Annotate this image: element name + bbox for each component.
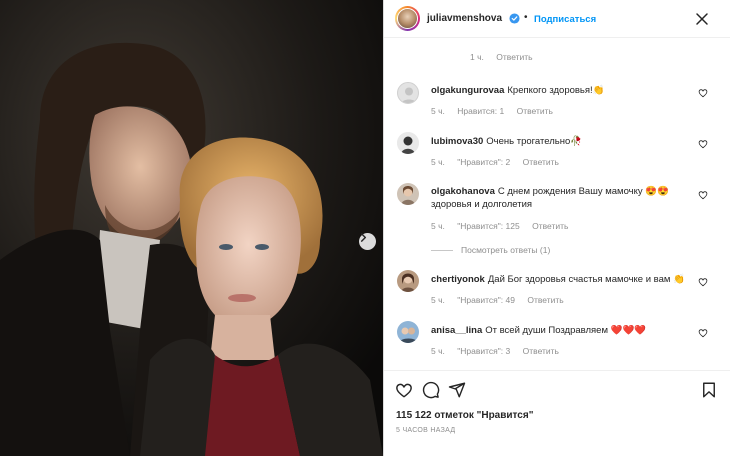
comment-time: 5 ч. (431, 346, 445, 356)
comment-likes[interactable]: "Нравится": 49 (457, 295, 515, 305)
like-heart-icon[interactable] (698, 277, 708, 287)
comment-meta: 5 ч. "Нравится": 3 Ответить (431, 346, 569, 356)
view-replies-label: Посмотреть ответы (1) (461, 245, 551, 255)
commenter-avatar[interactable] (397, 132, 419, 154)
post-timestamp[interactable]: 5 ЧАСОВ НАЗАД (396, 427, 455, 434)
reply-link[interactable]: Ответить (517, 106, 553, 116)
photo-illustration (0, 0, 383, 456)
commenter-avatar[interactable] (397, 321, 419, 343)
view-replies-link[interactable]: Посмотреть ответы (1) (431, 245, 550, 255)
commenter-avatar[interactable] (397, 183, 419, 205)
chevron-right-icon (360, 233, 367, 242)
comment-text: olgakungurovaa Крепкого здоровья!👏 (431, 84, 701, 97)
comment-time: 5 ч. (431, 295, 445, 305)
comment-time: 5 ч. (431, 106, 445, 116)
comment-meta: 5 ч. "Нравится": 49 Ответить (431, 295, 574, 305)
save-bookmark-icon[interactable] (700, 381, 718, 399)
follow-button[interactable]: Подписаться (534, 14, 596, 25)
like-heart-icon[interactable] (698, 190, 708, 200)
post-photo[interactable] (0, 0, 383, 456)
comment-body: Дай Бог здоровья счастья мамочке и вам 👏 (487, 274, 685, 285)
post-side-panel: juliavmenshova • Подписаться 1 ч. Ответи… (383, 0, 730, 456)
comment-time: 5 ч. (431, 221, 445, 231)
post-dialog: juliavmenshova • Подписаться 1 ч. Ответи… (0, 0, 730, 456)
comment-meta: 5 ч. "Нравится": 2 Ответить (431, 157, 569, 167)
comment-text: chertiyonok Дай Бог здоровья счастья мамо… (431, 273, 701, 286)
like-heart-icon[interactable] (698, 328, 708, 338)
likes-count[interactable]: 115 122 отметок "Нравится" (396, 410, 533, 421)
comment-body: От всей души Поздравляем ❤️❤️❤️ (485, 325, 647, 336)
comment-time: 5 ч. (431, 157, 445, 167)
comment-text: anisa__lina От всей души Поздравляем ❤️❤️… (431, 324, 701, 337)
comment-text: lubimova30 Очень трогательно🥀 (431, 135, 701, 148)
commenter-username[interactable]: olgakohanova (431, 186, 495, 197)
comment-time: 1 ч. (470, 52, 484, 62)
comment-likes[interactable]: "Нравится": 125 (457, 221, 519, 231)
author-username[interactable]: juliavmenshova (427, 13, 502, 24)
comment-text: olgakohanova С днем рождения Вашу мамочку… (431, 185, 686, 211)
like-heart-icon[interactable] (698, 139, 708, 149)
commenter-username[interactable]: chertiyonok (431, 274, 485, 285)
separator-dot: • (524, 12, 528, 23)
default-avatar-icon (401, 87, 417, 103)
post-actions: 115 122 отметок "Нравится" 5 ЧАСОВ НАЗАД (384, 370, 730, 456)
comment-body: Крепкого здоровья!👏 (507, 85, 605, 96)
comment-body: Очень трогательно🥀 (486, 136, 583, 147)
commenter-username[interactable]: anisa__lina (431, 325, 482, 336)
comment-likes[interactable]: "Нравится": 3 (457, 346, 510, 356)
like-heart-icon[interactable] (698, 88, 708, 98)
commenter-avatar[interactable] (397, 82, 419, 104)
commenter-username[interactable]: olgakungurovaa (431, 85, 504, 96)
share-icon[interactable] (448, 381, 466, 399)
comment-likes[interactable]: "Нравится": 2 (457, 157, 510, 167)
reply-link[interactable]: Ответить (527, 295, 563, 305)
reply-link[interactable]: Ответить (532, 221, 568, 231)
reply-link[interactable]: Ответить (496, 52, 532, 62)
reply-link[interactable]: Ответить (523, 346, 559, 356)
like-icon[interactable] (395, 381, 413, 399)
reply-link[interactable]: Ответить (523, 157, 559, 167)
comment-meta: 5 ч. Нравится: 1 Ответить (431, 106, 563, 116)
avatar-image (397, 270, 419, 292)
replies-divider (431, 249, 453, 251)
commenter-avatar[interactable] (397, 270, 419, 292)
avatar-image (397, 183, 419, 205)
prior-comment-meta: 1 ч. Ответить (470, 52, 543, 62)
next-photo-button[interactable] (359, 233, 376, 250)
avatar-image (397, 321, 419, 343)
commenter-username[interactable]: lubimova30 (431, 136, 483, 147)
comment-icon[interactable] (422, 381, 440, 399)
avatar-image (397, 132, 419, 154)
author-avatar[interactable] (395, 6, 420, 31)
verified-badge-icon (509, 13, 520, 24)
close-icon[interactable] (692, 9, 712, 29)
comment-likes[interactable]: Нравится: 1 (457, 106, 504, 116)
comment-meta: 5 ч. "Нравится": 125 Ответить (431, 221, 578, 231)
post-header: juliavmenshova • Подписаться (384, 0, 730, 38)
